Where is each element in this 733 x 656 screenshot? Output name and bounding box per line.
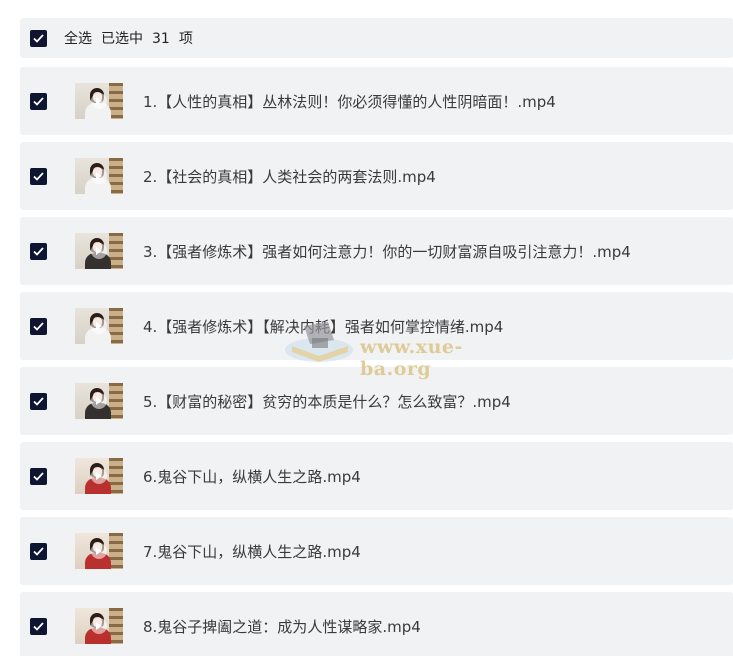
file-row[interactable]: 8.鬼谷子捭阖之道：成为人性谋略家.mp4 bbox=[20, 592, 733, 656]
check-icon bbox=[33, 246, 44, 256]
check-icon bbox=[33, 321, 44, 331]
play-icon bbox=[91, 543, 107, 559]
check-icon bbox=[33, 546, 44, 556]
file-name[interactable]: 4.【强者修炼术】【解决内耗】强者如何掌控情绪.mp4 bbox=[143, 316, 503, 337]
video-thumbnail[interactable] bbox=[75, 608, 123, 644]
play-icon bbox=[91, 318, 107, 334]
selected-suffix: 项 bbox=[178, 31, 193, 47]
play-icon bbox=[91, 243, 107, 259]
file-name[interactable]: 3.【强者修炼术】强者如何注意力！你的一切财富源自吸引注意力！.mp4 bbox=[143, 241, 631, 262]
file-row[interactable]: 6.鬼谷下山，纵横人生之路.mp4 bbox=[20, 442, 733, 510]
file-name[interactable]: 1.【人性的真相】丛林法则！你必须得懂的人性阴暗面！.mp4 bbox=[143, 91, 556, 112]
file-checkbox[interactable] bbox=[30, 392, 47, 410]
file-checkbox[interactable] bbox=[30, 92, 47, 110]
selected-count: 31 bbox=[152, 31, 170, 47]
check-icon bbox=[33, 33, 44, 43]
file-checkbox[interactable] bbox=[30, 317, 47, 335]
file-checkbox[interactable] bbox=[30, 242, 47, 260]
file-list-panel: 全选 已选中 31 项 1.【人性的真相】丛林法则！你必须得懂的人性阴暗面！.mp4 … bbox=[0, 0, 733, 656]
file-name[interactable]: 6.鬼谷下山，纵横人生之路.mp4 bbox=[143, 466, 361, 487]
play-icon bbox=[91, 468, 107, 484]
file-checkbox[interactable] bbox=[30, 542, 47, 560]
check-icon bbox=[33, 96, 44, 106]
file-name[interactable]: 8.鬼谷子捭阖之道：成为人性谋略家.mp4 bbox=[143, 616, 421, 637]
video-thumbnail[interactable] bbox=[75, 458, 123, 494]
video-thumbnail[interactable] bbox=[75, 83, 123, 119]
file-name[interactable]: 2.【社会的真相】人类社会的两套法则.mp4 bbox=[143, 166, 436, 187]
file-row[interactable]: 1.【人性的真相】丛林法则！你必须得懂的人性阴暗面！.mp4 bbox=[20, 67, 733, 135]
video-thumbnail[interactable] bbox=[75, 158, 123, 194]
check-icon bbox=[33, 171, 44, 181]
file-row[interactable]: 2.【社会的真相】人类社会的两套法则.mp4 bbox=[20, 142, 733, 210]
play-icon bbox=[91, 618, 107, 634]
selection-header: 全选 已选中 31 项 bbox=[20, 18, 733, 58]
file-name[interactable]: 5.【财富的秘密】贫穷的本质是什么？怎么致富？.mp4 bbox=[143, 391, 511, 412]
file-checkbox[interactable] bbox=[30, 167, 47, 185]
play-icon bbox=[91, 93, 107, 109]
check-icon bbox=[33, 471, 44, 481]
file-row[interactable]: 3.【强者修炼术】强者如何注意力！你的一切财富源自吸引注意力！.mp4 bbox=[20, 217, 733, 285]
selection-summary: 全选 已选中 31 项 bbox=[64, 28, 202, 48]
file-row[interactable]: 4.【强者修炼术】【解决内耗】强者如何掌控情绪.mp4 bbox=[20, 292, 733, 360]
check-icon bbox=[33, 621, 44, 631]
play-icon bbox=[91, 168, 107, 184]
file-name[interactable]: 7.鬼谷下山，纵横人生之路.mp4 bbox=[143, 541, 361, 562]
file-checkbox[interactable] bbox=[30, 467, 47, 485]
video-thumbnail[interactable] bbox=[75, 533, 123, 569]
video-thumbnail[interactable] bbox=[75, 308, 123, 344]
play-icon bbox=[91, 393, 107, 409]
file-checkbox[interactable] bbox=[30, 617, 47, 635]
check-icon bbox=[33, 396, 44, 406]
file-row[interactable]: 7.鬼谷下山，纵横人生之路.mp4 bbox=[20, 517, 733, 585]
video-thumbnail[interactable] bbox=[75, 233, 123, 269]
select-all-label[interactable]: 全选 bbox=[64, 31, 92, 47]
select-all-checkbox[interactable] bbox=[30, 29, 47, 47]
video-thumbnail[interactable] bbox=[75, 383, 123, 419]
selected-prefix: 已选中 bbox=[101, 31, 143, 47]
file-row[interactable]: 5.【财富的秘密】贫穷的本质是什么？怎么致富？.mp4 bbox=[20, 367, 733, 435]
